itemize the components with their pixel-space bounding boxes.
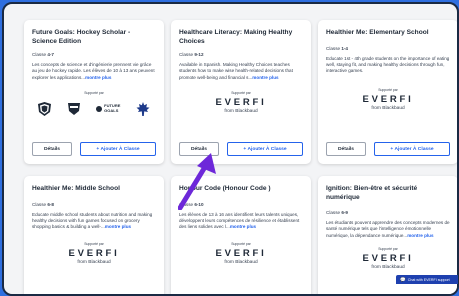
grade-range: Classe 6-9 — [326, 210, 348, 215]
course-card[interactable]: Healthier Me: Middle School Classe 6-8 E… — [24, 176, 164, 294]
chat-icon: 💬 — [400, 276, 406, 282]
course-title[interactable]: Future Goals: Hockey Scholar - Science E… — [32, 29, 156, 46]
show-more-link[interactable]: montre plus — [85, 75, 111, 80]
everfi-logo: EVERFI — [362, 252, 414, 264]
course-description: Available in Spanish. Making Healthy Cho… — [179, 62, 293, 80]
brand-subtitle: from Blackbaud — [371, 106, 405, 112]
brand-subtitle: from Blackbaud — [224, 260, 258, 266]
everfi-logo: EVERFI — [68, 248, 120, 260]
card-actions: Détails + Ajouter À Classe — [326, 142, 450, 156]
course-description: Educate 1st - 4th grade students on the … — [326, 55, 450, 74]
show-more-link[interactable]: montre plus — [407, 233, 433, 238]
nhlpa-logo-icon — [67, 102, 80, 115]
brand-subtitle: from Blackbaud — [77, 260, 111, 266]
course-title[interactable]: Ignition: Bien-être et sécurité numériqu… — [326, 185, 450, 202]
show-more-link[interactable]: montre plus — [230, 224, 256, 229]
supported-by-label: Supporté par — [84, 90, 104, 95]
course-title[interactable]: Healthcare Literacy: Making Healthy Choi… — [179, 29, 303, 46]
annotation-arrow-icon — [178, 153, 216, 210]
grade-range: Classe 6-8 — [32, 201, 54, 207]
grade-range: Classe 1-4 — [326, 45, 348, 51]
chat-support-button[interactable]: 💬 Chat with EVERFI support — [396, 275, 458, 284]
add-to-class-button[interactable]: + Ajouter À Classe — [227, 142, 303, 156]
supported-by-label: Supporté par — [231, 90, 251, 95]
add-to-class-button[interactable]: + Ajouter À Classe — [374, 142, 450, 156]
course-card[interactable]: Healthier Me: Elementary School Classe 1… — [318, 20, 457, 164]
supported-by-label: Supporté par — [378, 246, 398, 251]
grade-range: Classe 4-7 — [32, 52, 54, 57]
everfi-logo: EVERFI — [215, 96, 267, 108]
supported-by-label: Supporté par — [84, 242, 104, 247]
course-description: Les élèves de 13 à 16 ans identifient le… — [179, 211, 300, 230]
maple-leafs-logo-icon — [136, 101, 150, 116]
supported-by-label: Supporté par — [231, 242, 251, 247]
supported-by-label: Supporté par — [378, 88, 398, 93]
details-button[interactable]: Détails — [32, 142, 72, 156]
everfi-logo: EVERFI — [215, 248, 267, 260]
hockey-puck-icon — [96, 105, 103, 112]
future-goals-logo: FUTURE GOALS — [96, 103, 120, 113]
nhl-logo-icon — [38, 101, 51, 116]
grade-range: Classe 9-12 — [179, 52, 204, 57]
details-button[interactable]: Détails — [326, 142, 366, 156]
course-catalog: Future Goals: Hockey Scholar - Science E… — [2, 2, 459, 296]
course-description: Les concepts de science et d'ingénierie … — [32, 62, 155, 80]
course-card[interactable]: Healthcare Literacy: Making Healthy Choi… — [171, 20, 311, 164]
brand-subtitle: from Blackbaud — [371, 264, 405, 270]
card-actions: Détails + Ajouter À Classe — [32, 142, 156, 156]
brand-subtitle: from Blackbaud — [224, 108, 258, 114]
course-title[interactable]: Healthier Me: Elementary School — [326, 29, 450, 38]
everfi-logo: EVERFI — [362, 94, 414, 106]
sponsor-logos: FUTURE GOALS — [38, 101, 150, 117]
course-card[interactable]: Future Goals: Hockey Scholar - Science E… — [24, 20, 164, 164]
course-title[interactable]: Healthier Me: Middle School — [32, 185, 156, 194]
show-more-link[interactable]: montre plus — [252, 75, 278, 80]
show-more-link[interactable]: montre plus — [105, 224, 131, 229]
chat-support-label: Chat with EVERFI support — [407, 277, 450, 282]
course-description: Les étudiants pouvent apprendre des conc… — [326, 220, 450, 238]
course-description: Educate middle school students about nut… — [32, 211, 153, 230]
add-to-class-button[interactable]: + Ajouter À Classe — [80, 142, 156, 156]
